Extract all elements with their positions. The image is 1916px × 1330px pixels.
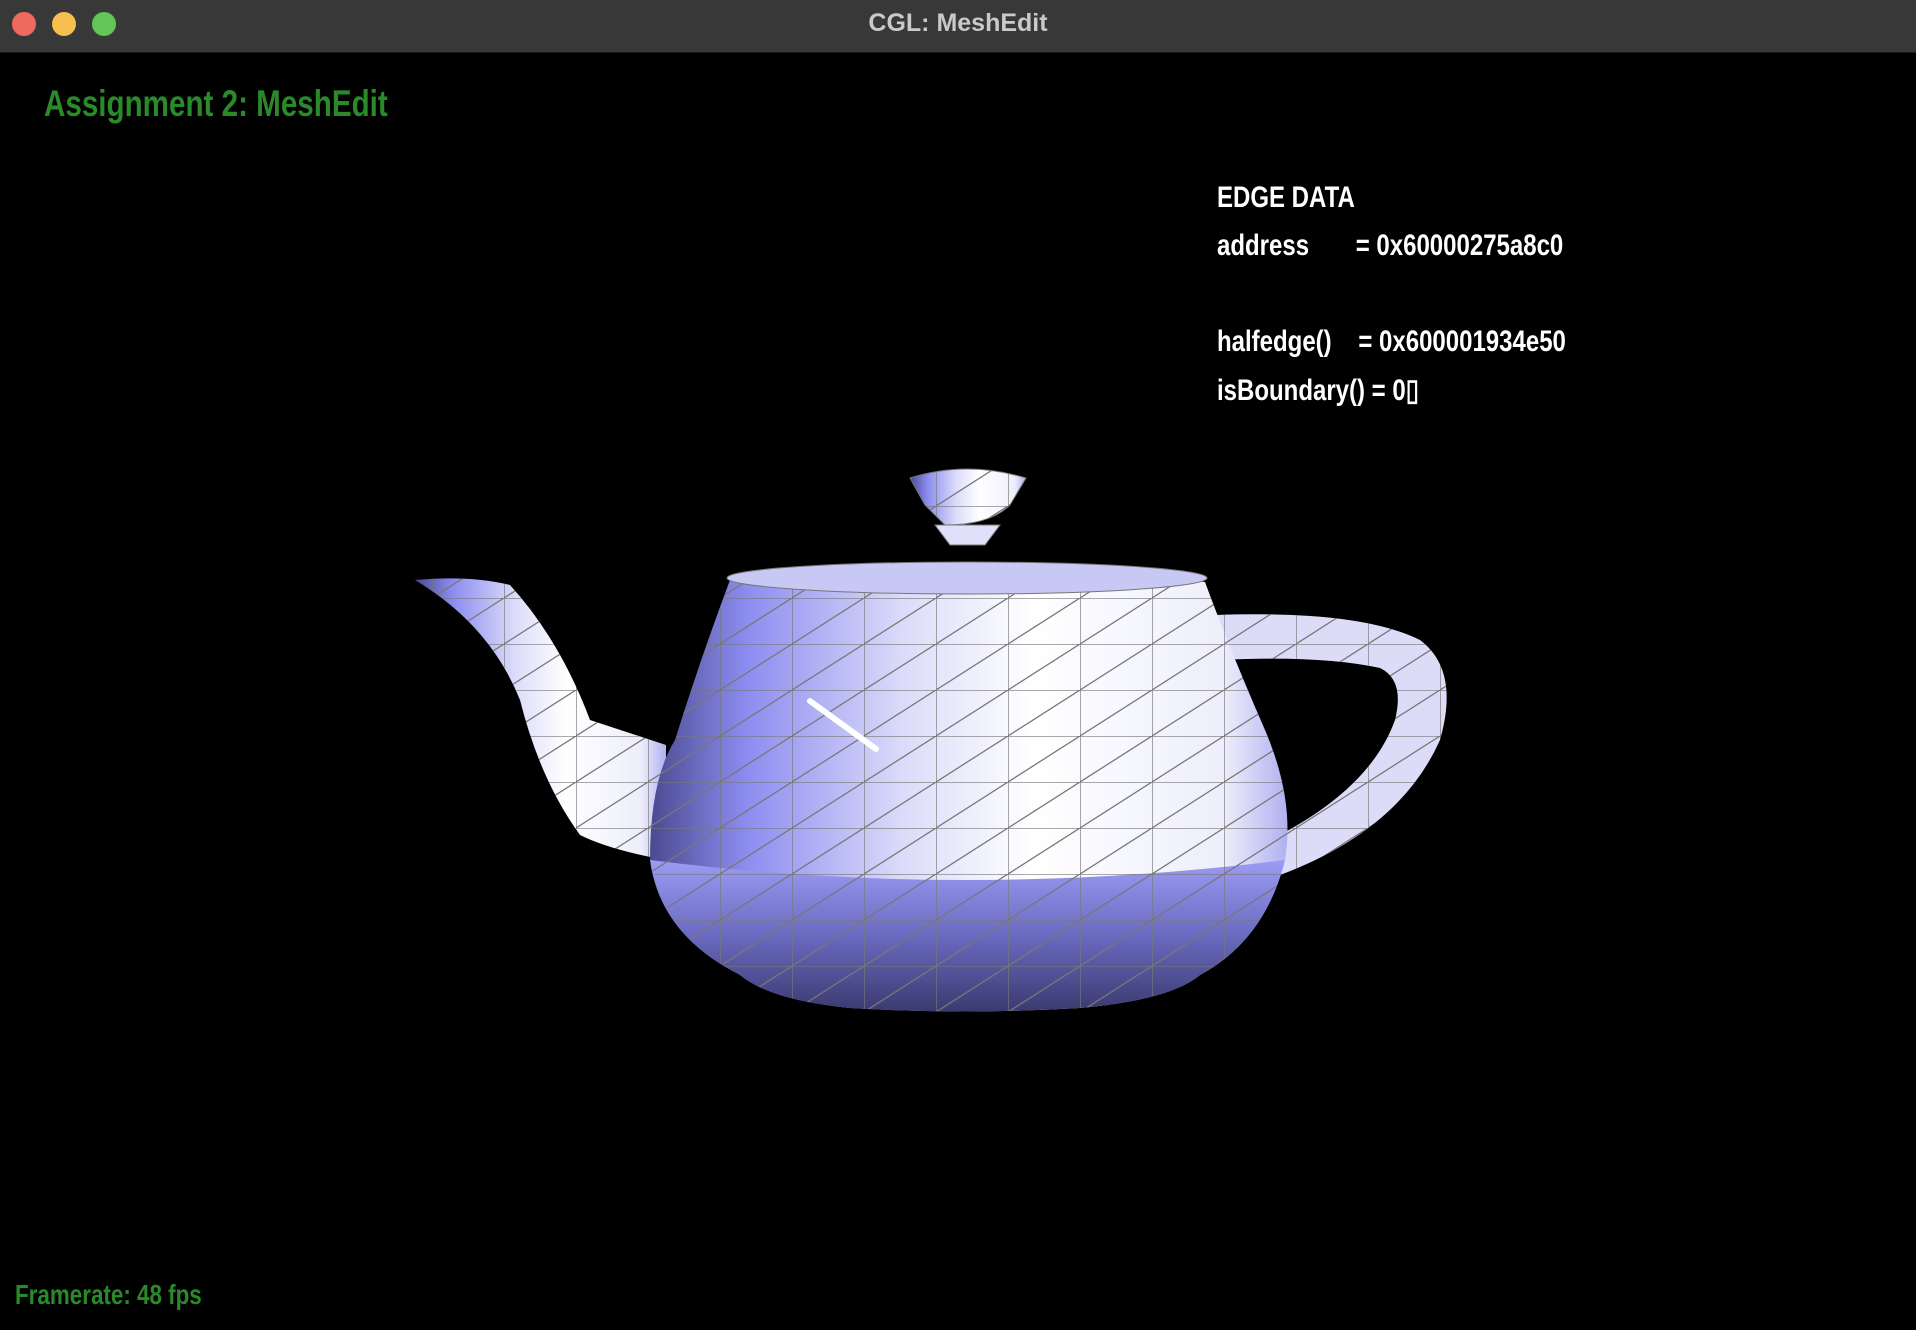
window-title: CGL: MeshEdit [868,9,1048,37]
teapot-spout [415,578,666,860]
edge-halfedge: halfedge() = 0x600001934e50 [1217,325,1566,358]
edge-address: address = 0x60000275a8c0 [1217,229,1564,262]
window-titlebar: CGL: MeshEdit [0,0,1916,53]
viewport-canvas[interactable]: Assignment 2: MeshEdit EDGE DATA address… [0,53,1916,1330]
edge-is-boundary: isBoundary() = 0▯ [1217,374,1419,407]
teapot-body [650,561,1288,1012]
app-title: Assignment 2: MeshEdit [44,83,388,124]
framerate-label: Framerate: 48 fps [15,1279,202,1310]
edge-data-heading: EDGE DATA [1217,181,1355,214]
teapot-lid-knob [909,468,1027,546]
